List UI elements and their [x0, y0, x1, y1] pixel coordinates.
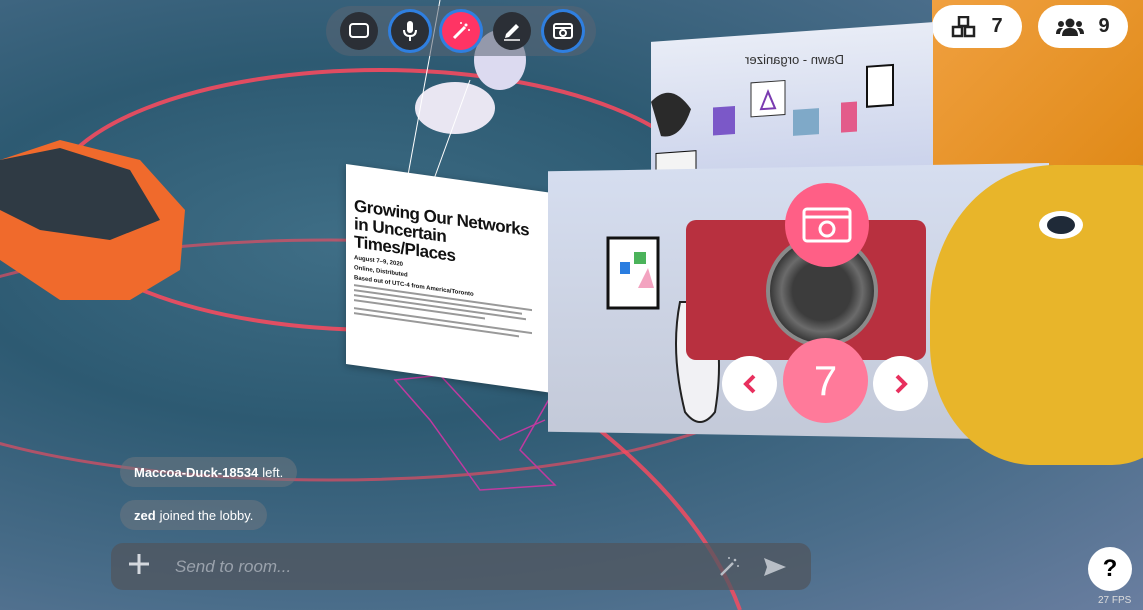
chat-message-text: left. [262, 464, 284, 480]
webpage-title: Growing Our Networks in Uncertain Times/… [354, 196, 530, 266]
help-button[interactable]: ? [1088, 547, 1132, 591]
people-icon [1056, 18, 1085, 36]
previous-button[interactable] [722, 356, 777, 411]
people-counter[interactable]: 9 [1038, 5, 1128, 48]
chat-message: Maccoa-Duck-18534 left. [120, 457, 298, 487]
send-icon [764, 557, 786, 576]
add-media-button[interactable] [127, 552, 159, 582]
screen-icon [349, 23, 370, 38]
plus-icon [129, 553, 149, 574]
help-label: ? [1102, 555, 1118, 582]
camera-toggle-button[interactable] [543, 12, 582, 50]
chevron-right-icon [895, 374, 908, 393]
camera-icon [552, 23, 573, 39]
chat-message-user: Maccoa-Duck-18534 [134, 464, 259, 480]
send-button[interactable] [755, 557, 795, 577]
chat-input-bar [111, 543, 811, 590]
duck-eye [1039, 211, 1083, 239]
pen-button[interactable] [492, 12, 531, 50]
snapshot-icon [802, 207, 852, 243]
pen-icon [503, 24, 520, 41]
emoji-spawn-button[interactable] [709, 556, 749, 578]
magic-wand-icon [452, 22, 470, 40]
top-toolbar [326, 6, 596, 56]
fps-readout: 27 FPS [1098, 595, 1132, 606]
objects-counter[interactable]: 7 [932, 5, 1022, 48]
chat-message-user: zed [134, 507, 156, 523]
microphone-icon [403, 21, 418, 41]
magic-wand-button[interactable] [441, 12, 480, 50]
objects-count: 7 [991, 15, 1003, 37]
webpage-panel[interactable]: Growing Our Networks in Uncertain Times/… [346, 164, 549, 393]
backscreen-label: Dawn - organizer [745, 52, 844, 67]
chevron-left-icon [742, 374, 755, 393]
people-count: 9 [1098, 15, 1110, 37]
capture-photo-button[interactable] [785, 183, 869, 267]
chat-message-text: joined the lobby. [159, 507, 254, 523]
chat-input[interactable] [175, 556, 709, 577]
screen-share-button[interactable] [340, 12, 379, 50]
magic-wand-icon [720, 556, 739, 576]
chat-message: zed joined the lobby. [120, 500, 268, 530]
camera-counter: 7 [813, 356, 838, 404]
microphone-button[interactable] [391, 12, 430, 50]
cubes-icon [952, 15, 976, 37]
next-button[interactable] [873, 356, 928, 411]
video-record-button[interactable]: 7 [783, 338, 868, 423]
vr-scene-viewport[interactable]: 7 9 Dawn - organizer Growing Our Network… [0, 0, 1143, 610]
